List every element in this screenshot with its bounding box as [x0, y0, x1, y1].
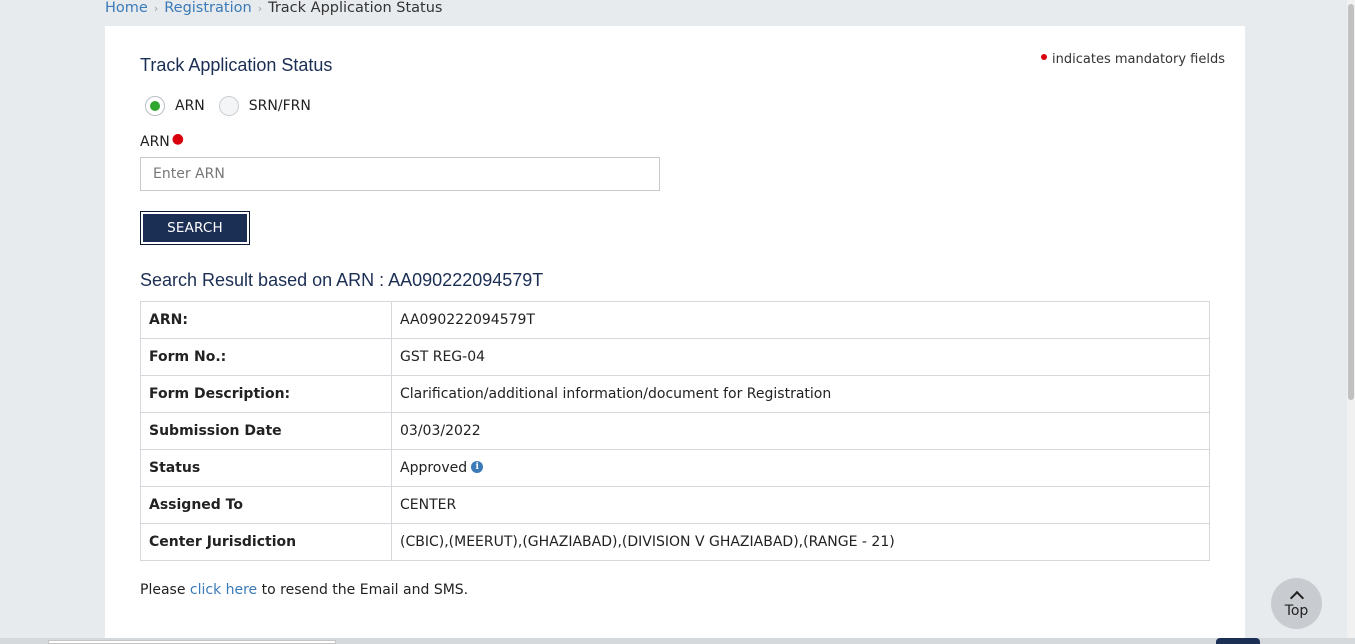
- bottom-edge-tab: [1216, 638, 1260, 644]
- breadcrumb: Home › Registration › Track Application Stat…: [105, 0, 442, 18]
- required-marker: ●: [171, 131, 184, 147]
- back-to-top-button[interactable]: Top: [1271, 578, 1322, 629]
- bottom-edge-element: [48, 640, 336, 644]
- table-row: Assigned To CENTER: [140, 486, 1210, 524]
- row-value: GST REG-04: [391, 338, 1210, 376]
- row-key: Form Description:: [140, 375, 392, 413]
- arn-label-text: ARN: [140, 134, 170, 150]
- bottom-edge: [0, 638, 1355, 644]
- arn-input[interactable]: [140, 157, 660, 191]
- breadcrumb-separator-icon: ›: [153, 2, 159, 15]
- vertical-scrollbar[interactable]: [1347, 0, 1355, 644]
- arn-radio[interactable]: [145, 96, 165, 116]
- table-row: Status Approved i: [140, 449, 1210, 487]
- resend-link[interactable]: click here: [190, 582, 257, 598]
- row-value: 03/03/2022: [391, 412, 1210, 450]
- resend-prefix: Please: [140, 582, 186, 598]
- search-type-radio-group: ARN SRN/FRN: [145, 96, 325, 116]
- srn-frn-radio-label[interactable]: SRN/FRN: [249, 98, 311, 114]
- arn-field-label: ARN ●: [140, 131, 184, 150]
- mandatory-note: indicates mandatory fields: [1041, 52, 1225, 67]
- row-key: ARN:: [140, 301, 392, 339]
- row-value: Clarification/additional information/doc…: [391, 375, 1210, 413]
- breadcrumb-home-link[interactable]: Home: [105, 0, 148, 16]
- arn-radio-label[interactable]: ARN: [175, 98, 205, 114]
- search-result-table: ARN: AA090222094579T Form No.: GST REG-04 …: [140, 301, 1210, 561]
- row-key: Form No.:: [140, 338, 392, 376]
- top-button-label: Top: [1284, 603, 1309, 619]
- search-result-title: Search Result based on ARN : AA090222094…: [140, 270, 544, 290]
- resend-notice: Please click here to resend the Email an…: [140, 582, 468, 598]
- table-row: Form No.: GST REG-04: [140, 338, 1210, 376]
- breadcrumb-registration-link[interactable]: Registration: [164, 0, 251, 16]
- table-row: Center Jurisdiction (CBIC),(MEERUT),(GHAZ…: [140, 523, 1210, 561]
- row-key: Center Jurisdiction: [140, 523, 392, 561]
- search-button[interactable]: SEARCH: [140, 211, 250, 245]
- resend-suffix: to resend the Email and SMS.: [261, 582, 469, 598]
- breadcrumb-current: Track Application Status: [268, 0, 443, 16]
- status-value: Approved: [400, 460, 468, 476]
- breadcrumb-separator-icon: ›: [257, 2, 263, 15]
- srn-frn-radio[interactable]: [218, 96, 239, 116]
- page-title: Track Application Status: [140, 55, 333, 75]
- row-value: (CBIC),(MEERUT),(GHAZIABAD),(DIVISION V …: [391, 523, 1210, 561]
- table-row: Submission Date 03/03/2022: [140, 412, 1210, 450]
- row-key: Status: [140, 449, 392, 487]
- row-key: Submission Date: [140, 412, 392, 450]
- row-value: CENTER: [391, 486, 1210, 524]
- status-cell: Approved i: [391, 449, 1210, 487]
- table-row: ARN: AA090222094579T: [140, 301, 1210, 339]
- mandatory-note-text: indicates mandatory fields: [1052, 52, 1225, 67]
- row-key: Assigned To: [140, 486, 392, 524]
- scrollbar-thumb[interactable]: [1348, 4, 1354, 400]
- mandatory-dot-icon: [1041, 54, 1048, 60]
- row-value: AA090222094579T: [391, 301, 1210, 339]
- table-row: Form Description: Clarification/additiona…: [140, 375, 1210, 413]
- info-icon[interactable]: i: [471, 461, 484, 473]
- track-status-panel: Track Application Status indicates manda…: [105, 26, 1245, 644]
